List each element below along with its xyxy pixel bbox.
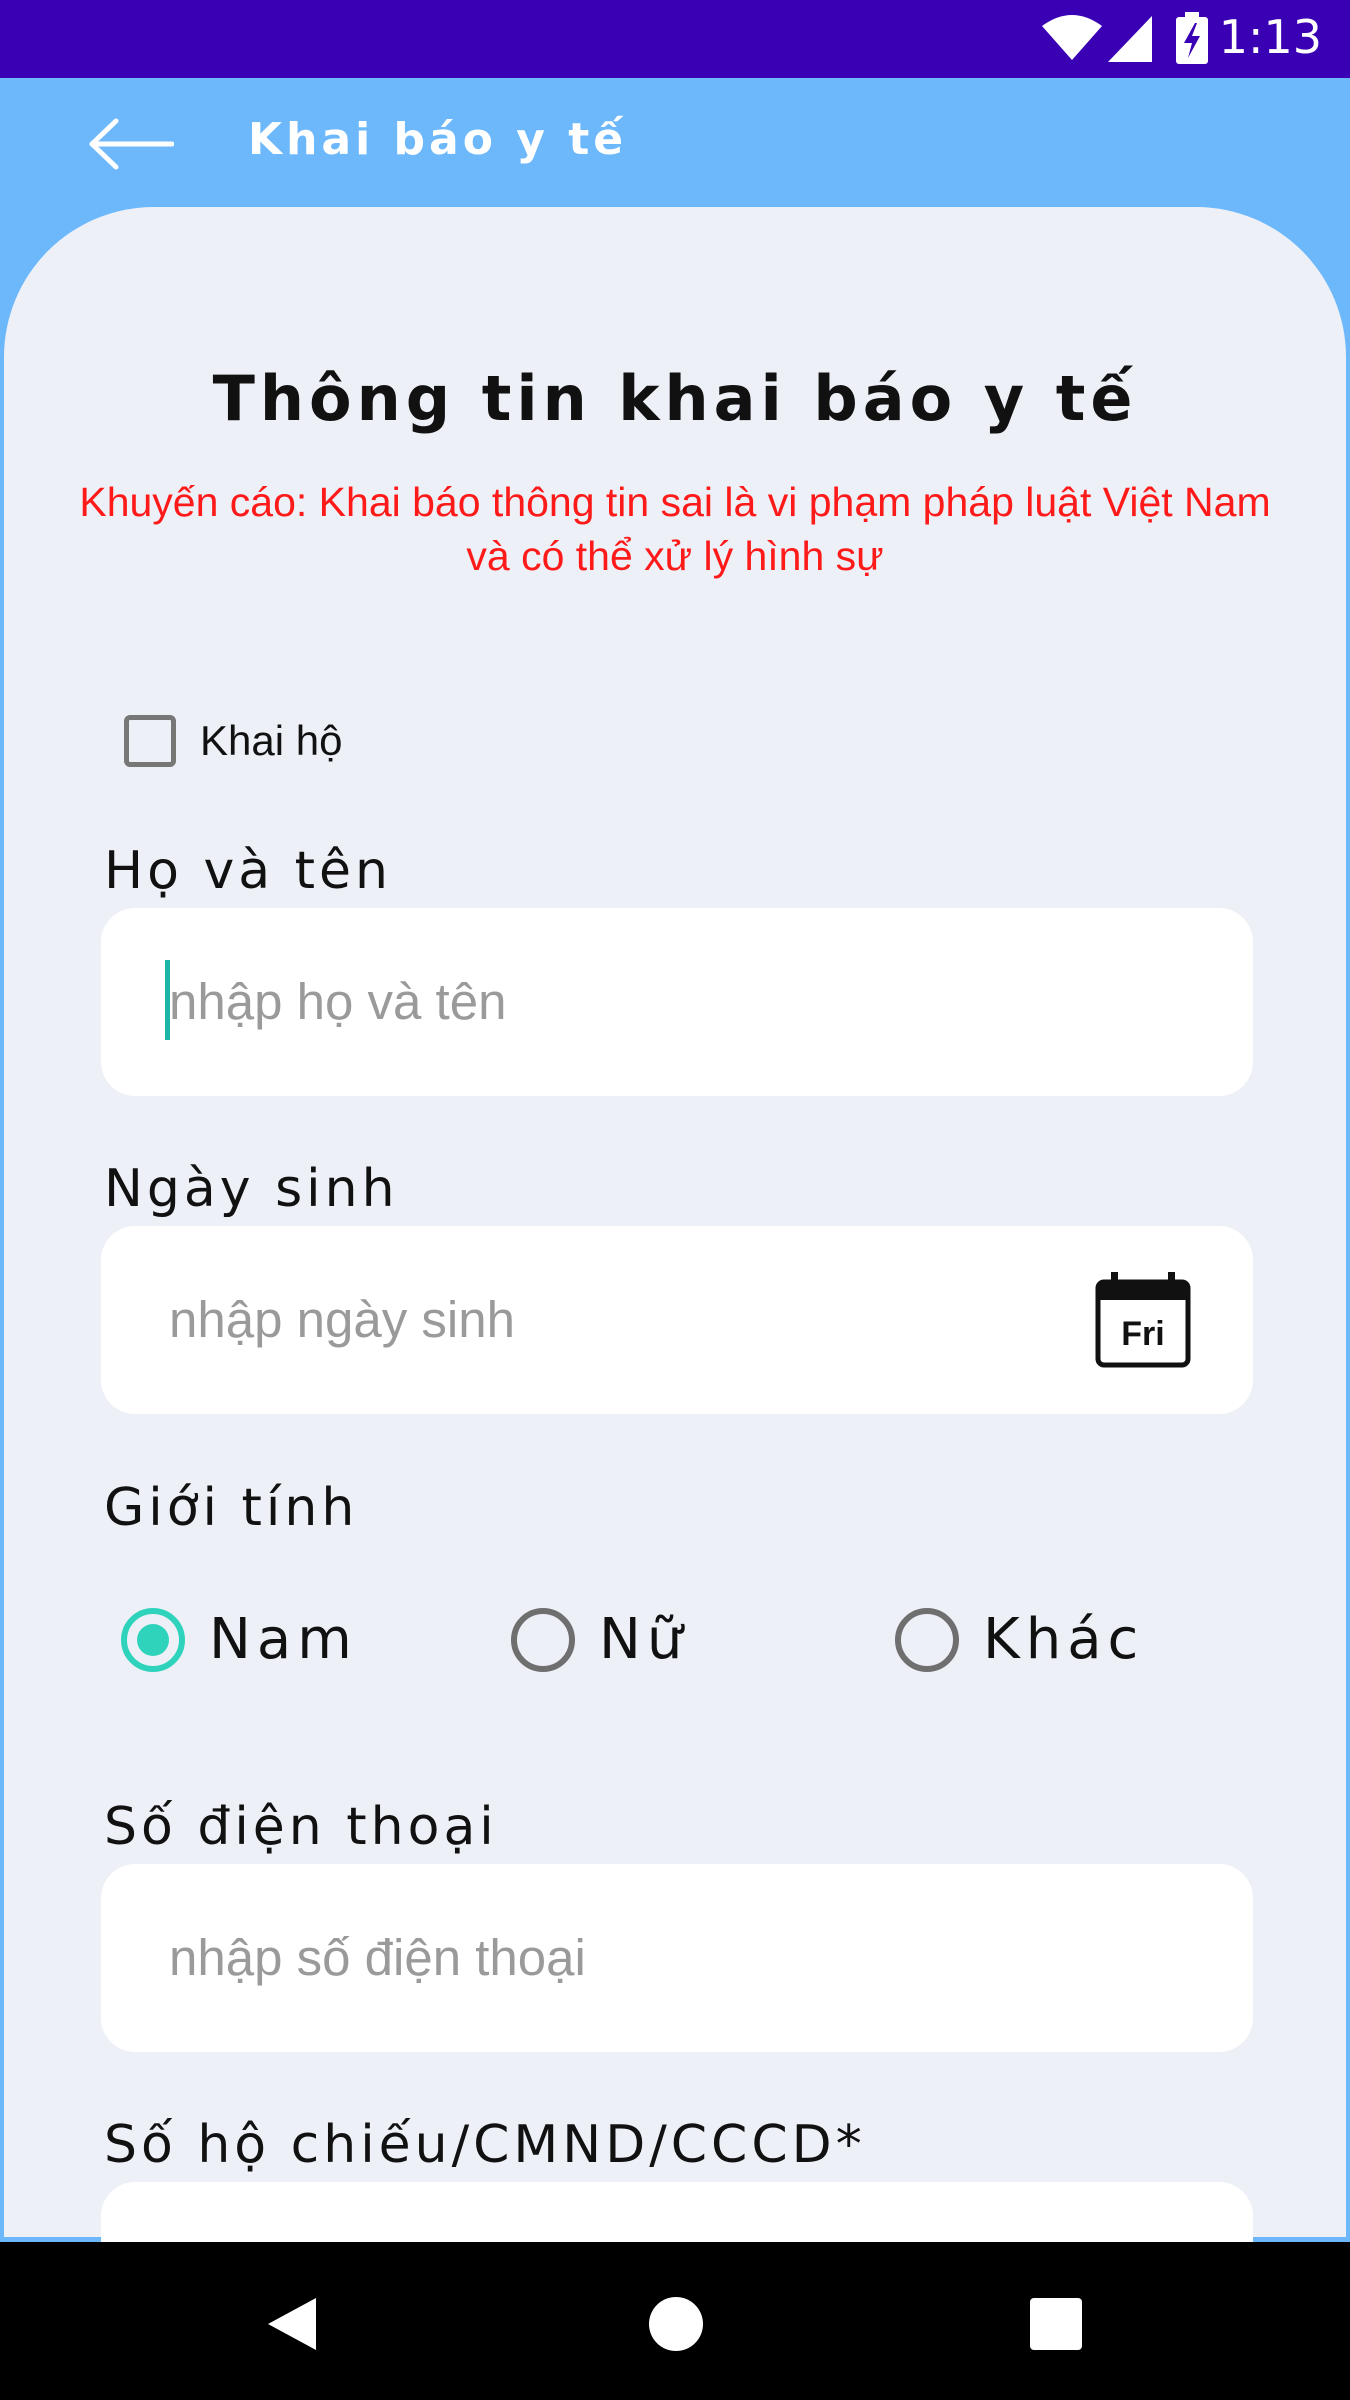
gender-other-label: Khác: [983, 1607, 1145, 1672]
id-number-label: Số hộ chiếu/CMND/CCCD*: [104, 2115, 866, 2175]
warning-text: Khuyến cáo: Khai báo thông tin sai là vi…: [79, 479, 1271, 579]
full-name-input[interactable]: nhập họ và tên: [101, 908, 1253, 1096]
back-triangle-icon[interactable]: [264, 2296, 320, 2352]
status-time: 1:13: [1218, 10, 1322, 64]
phone-placeholder: nhập số điện thoại: [169, 1929, 586, 1986]
gender-option-female[interactable]: Nữ: [511, 1607, 688, 1672]
full-name-placeholder: nhập họ và tên: [169, 973, 507, 1030]
cellular-signal-icon: [1108, 16, 1152, 62]
gender-male-label: Nam: [209, 1607, 358, 1672]
proxy-declaration-label: Khai hộ: [200, 717, 343, 764]
gender-male-radio[interactable]: [121, 1607, 185, 1672]
birth-date-label: Ngày sinh: [104, 1159, 399, 1219]
calendar-icon-text: Fri: [1121, 1315, 1164, 1353]
full-name-label: Họ và tên: [104, 841, 392, 901]
calendar-icon[interactable]: Fri: [1095, 1272, 1191, 1368]
gender-option-male[interactable]: Nam: [121, 1607, 358, 1672]
phone-label: Số điện thoại: [104, 1797, 498, 1857]
battery-charging-icon: [1176, 12, 1208, 64]
gender-option-other[interactable]: Khác: [895, 1607, 1144, 1672]
birth-date-placeholder: nhập ngày sinh: [169, 1291, 515, 1348]
status-bar: 1:13: [0, 0, 1350, 78]
gender-other-radio[interactable]: [895, 1607, 959, 1672]
wifi-icon: [1042, 15, 1102, 60]
recents-square-icon[interactable]: [1030, 2298, 1082, 2350]
gender-label: Giới tính: [104, 1478, 359, 1538]
app-bar: Khai báo y tế: [0, 78, 1350, 208]
gender-female-radio[interactable]: [511, 1607, 575, 1672]
birth-date-input[interactable]: nhập ngày sinh Fri: [101, 1226, 1253, 1414]
phone-input[interactable]: nhập số điện thoại: [101, 1864, 1253, 2052]
gender-female-label: Nữ: [599, 1607, 689, 1672]
form-card: Thông tin khai báo y tế Khuyến cáo: Khai…: [4, 207, 1346, 2370]
back-button[interactable]: [80, 108, 180, 180]
arrow-left-icon: [89, 118, 174, 170]
system-nav-bar: [0, 2242, 1350, 2400]
proxy-declaration-checkbox[interactable]: [124, 715, 176, 767]
home-circle-icon[interactable]: [648, 2296, 704, 2352]
form-title: Thông tin khai báo y tế: [212, 362, 1138, 435]
page-title: Khai báo y tế: [248, 114, 628, 165]
proxy-declaration-checkbox-row[interactable]: Khai hộ: [124, 715, 342, 767]
